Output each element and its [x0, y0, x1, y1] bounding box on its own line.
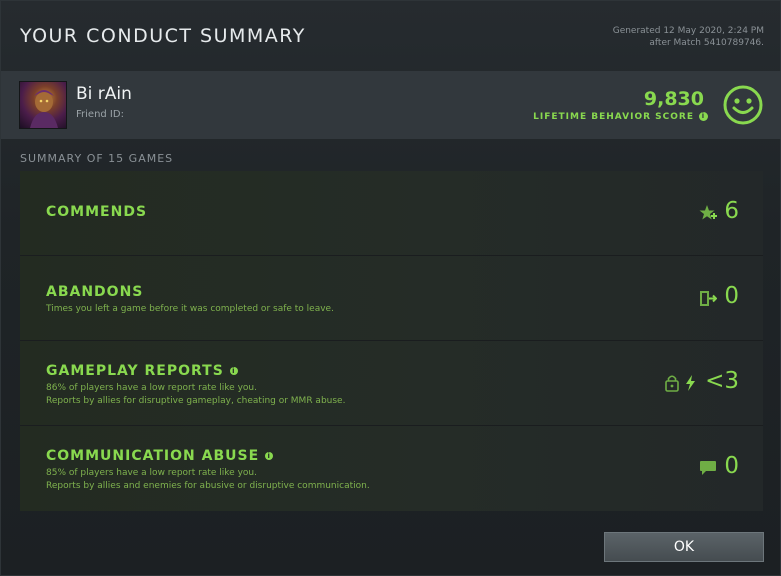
- avatar: [19, 81, 67, 129]
- summary-games-label: SUMMARY OF 15 GAMES: [20, 152, 174, 165]
- row-description-secondary: Reports by allies for disruptive gamepla…: [46, 396, 346, 406]
- generated-match: after Match 5410789746.: [649, 38, 764, 48]
- exit-door-icon: [700, 291, 717, 306]
- friend-id-label: Friend ID:: [76, 109, 124, 120]
- star-plus-icon: [699, 205, 717, 220]
- row-title: GAMEPLAY REPORTS i: [46, 363, 238, 379]
- generated-date: Generated 12 May 2020, 2:24 PM: [612, 26, 764, 36]
- profile-bar: Bi rAin Friend ID: 9,830 LIFETIME BEHAVI…: [1, 71, 781, 139]
- info-icon[interactable]: i: [265, 452, 274, 460]
- lock-lightning-icon: [665, 375, 695, 392]
- row-title: COMMENDS: [46, 204, 148, 220]
- info-icon[interactable]: i: [229, 367, 238, 375]
- row-description-secondary: Reports by allies and enemies for abusiv…: [46, 481, 370, 491]
- row-title: COMMUNICATION ABUSE i: [46, 448, 274, 464]
- behavior-score-value: 9,830: [643, 88, 704, 110]
- row-description: 85% of players have a low report rate li…: [46, 468, 257, 478]
- row-title-text: COMMUNICATION ABUSE: [46, 448, 260, 464]
- commends-row: COMMENDS 6: [20, 171, 763, 256]
- row-description: 86% of players have a low report rate li…: [46, 383, 257, 393]
- behavior-score-label-text: LIFETIME BEHAVIOR SCORE: [533, 112, 694, 122]
- row-title-text: GAMEPLAY REPORTS: [46, 363, 224, 379]
- communication-abuse-row: COMMUNICATION ABUSE i 85% of players have…: [20, 426, 763, 511]
- conduct-rows: COMMENDS 6 ABANDONS Times you left a gam…: [20, 171, 763, 512]
- behavior-score-label: LIFETIME BEHAVIOR SCORE i: [533, 112, 708, 122]
- ok-button[interactable]: OK: [604, 532, 764, 562]
- abandons-value: 0: [724, 283, 739, 309]
- communication-abuse-value: 0: [724, 453, 739, 479]
- gameplay-reports-row: GAMEPLAY REPORTS i 86% of players have a …: [20, 341, 763, 426]
- row-title: ABANDONS: [46, 284, 144, 300]
- gameplay-reports-value: <3: [705, 368, 739, 394]
- abandons-row: ABANDONS Times you left a game before it…: [20, 256, 763, 341]
- info-icon[interactable]: i: [699, 112, 708, 121]
- dialog-title: YOUR CONDUCT SUMMARY: [20, 25, 306, 47]
- chat-bubble-icon: [700, 461, 716, 475]
- smiley-face-icon: [723, 85, 763, 125]
- row-description: Times you left a game before it was comp…: [46, 304, 334, 314]
- generated-info: Generated 12 May 2020, 2:24 PM after Mat…: [613, 25, 764, 49]
- player-name: Bi rAin: [76, 84, 132, 104]
- commends-value: 6: [724, 198, 739, 224]
- conduct-summary-dialog: YOUR CONDUCT SUMMARY Generated 12 May 20…: [0, 0, 781, 576]
